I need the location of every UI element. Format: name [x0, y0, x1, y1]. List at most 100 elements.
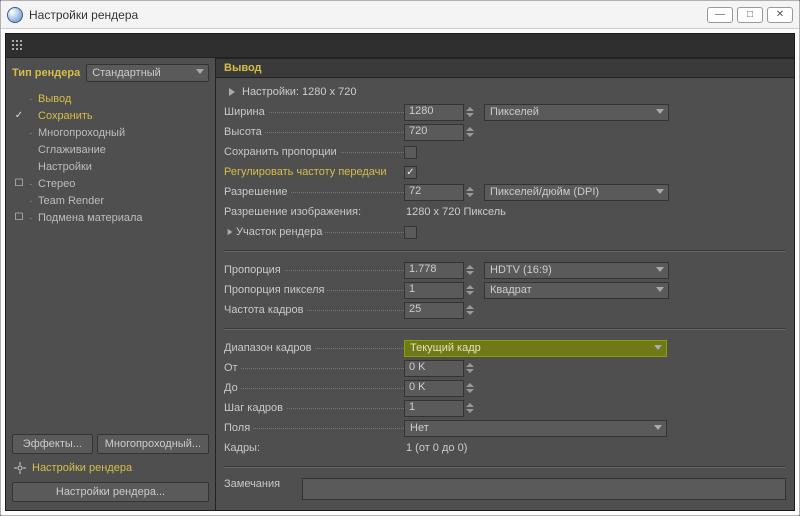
- chevron-down-icon: [656, 109, 664, 114]
- app-icon: [7, 7, 23, 23]
- lock-aspect-checkbox[interactable]: [404, 146, 417, 159]
- tree-item-save[interactable]: ✓ Сохранить: [8, 107, 213, 124]
- tree-item-multipass[interactable]: - Многопроходный: [8, 124, 213, 141]
- frame-range-row: Диапазон кадров Текущий кадр: [224, 338, 786, 358]
- frame-range-label: Диапазон кадров: [224, 342, 404, 354]
- lock-aspect-row: Сохранить пропорции: [224, 142, 786, 162]
- width-spinner[interactable]: [466, 104, 478, 120]
- renderer-row: Тип рендера Стандартный: [8, 62, 213, 88]
- tree-item-label: Вывод: [36, 93, 71, 105]
- render-settings-row[interactable]: Настройки рендера: [8, 458, 213, 478]
- frames-label: Кадры:: [224, 442, 404, 454]
- region-row: Участок рендера: [224, 222, 786, 242]
- fields-row: Поля Нет: [224, 418, 786, 438]
- to-spinner[interactable]: [466, 380, 478, 396]
- resolution-input[interactable]: 72: [404, 184, 464, 201]
- notes-input[interactable]: [302, 478, 786, 500]
- window-title: Настройки рендера: [29, 8, 138, 22]
- titlebar[interactable]: Настройки рендера — □ ✕: [1, 1, 799, 29]
- multipass-button[interactable]: Многопроходный...: [97, 434, 209, 454]
- tree-item-material-override[interactable]: ☐ - Подмена материала: [8, 209, 213, 226]
- target-icon: [14, 462, 26, 474]
- chevron-down-icon: [656, 267, 664, 272]
- region-checkbox[interactable]: [404, 226, 417, 239]
- chevron-down-icon: [654, 425, 662, 430]
- region-expander[interactable]: [224, 228, 236, 236]
- step-spinner[interactable]: [466, 400, 478, 416]
- main-panel: Вывод Настройки: 1280 x 720 Ширина 1280 …: [216, 58, 794, 510]
- maximize-button[interactable]: □: [737, 7, 763, 23]
- tree-item-stereo[interactable]: ☐ - Стерео: [8, 175, 213, 192]
- fields-label: Поля: [224, 422, 404, 434]
- tree-item-label: Стерео: [36, 178, 75, 190]
- divider: [224, 328, 786, 330]
- height-spinner[interactable]: [466, 124, 478, 140]
- settings-tree: - Вывод ✓ Сохранить - Многопроходный: [8, 88, 213, 430]
- renderer-value: Стандартный: [92, 67, 161, 79]
- tree-item-antialias[interactable]: Сглаживание: [8, 141, 213, 158]
- fps-input[interactable]: 25: [404, 302, 464, 319]
- render-settings-button[interactable]: Настройки рендера...: [12, 482, 209, 502]
- region-label: Участок рендера: [236, 226, 404, 238]
- pixel-ratio-row: Пропорция пикселя 1 Квадрат: [224, 280, 786, 300]
- frames-row: Кадры: 1 (от 0 до 0): [224, 438, 786, 458]
- sidebar: Тип рендера Стандартный - Вывод ✓: [6, 58, 216, 510]
- fields-combo[interactable]: Нет: [404, 420, 667, 437]
- fps-spinner[interactable]: [466, 302, 478, 318]
- fps-row: Частота кадров 25: [224, 300, 786, 320]
- resolution-unit-combo[interactable]: Пикселей/дюйм (DPI): [484, 184, 669, 201]
- image-res-row: Разрешение изображения: 1280 x 720 Пиксе…: [224, 202, 786, 222]
- pixel-ratio-unit-combo[interactable]: Квадрат: [484, 282, 669, 299]
- step-label: Шаг кадров: [224, 402, 404, 414]
- preset-label: Настройки: 1280 x 720: [240, 86, 357, 98]
- adjust-rate-label: Регулировать частоту передачи: [224, 166, 404, 178]
- preset-play-icon[interactable]: [224, 88, 240, 96]
- height-input[interactable]: 720: [404, 124, 464, 141]
- render-settings-label: Настройки рендера: [32, 462, 132, 474]
- content-frame: Тип рендера Стандартный - Вывод ✓: [5, 33, 795, 511]
- tree-item-label: Многопроходный: [36, 127, 125, 139]
- ratio-input[interactable]: 1.778: [404, 262, 464, 279]
- tree-item-output[interactable]: - Вывод: [8, 90, 213, 107]
- tree-item-label: Team Render: [36, 195, 104, 207]
- from-spinner[interactable]: [466, 360, 478, 376]
- pixel-ratio-input[interactable]: 1: [404, 282, 464, 299]
- image-res-value: 1280 x 720 Пиксель: [404, 206, 506, 218]
- from-input[interactable]: 0 K: [404, 360, 464, 377]
- effects-button[interactable]: Эффекты...: [12, 434, 93, 454]
- tree-item-label: Сохранить: [36, 110, 93, 122]
- to-row: До 0 K: [224, 378, 786, 398]
- render-settings-window: Настройки рендера — □ ✕ Тип рендера Стан…: [0, 0, 800, 516]
- ratio-unit-combo[interactable]: HDTV (16:9): [484, 262, 669, 279]
- close-button[interactable]: ✕: [767, 7, 793, 23]
- tree-item-teamrender[interactable]: - Team Render: [8, 192, 213, 209]
- minimize-button[interactable]: —: [707, 7, 733, 23]
- pixel-ratio-spinner[interactable]: [466, 282, 478, 298]
- ratio-row: Пропорция 1.778 HDTV (16:9): [224, 260, 786, 280]
- width-input[interactable]: 1280: [404, 104, 464, 121]
- resolution-spinner[interactable]: [466, 184, 478, 200]
- step-row: Шаг кадров 1: [224, 398, 786, 418]
- ratio-spinner[interactable]: [466, 262, 478, 278]
- to-input[interactable]: 0 K: [404, 380, 464, 397]
- renderer-combo[interactable]: Стандартный: [86, 64, 209, 82]
- step-input[interactable]: 1: [404, 400, 464, 417]
- renderer-label: Тип рендера: [12, 67, 80, 79]
- height-label: Высота: [224, 126, 404, 138]
- to-label: До: [224, 382, 404, 394]
- frame-range-combo[interactable]: Текущий кадр: [404, 340, 667, 357]
- adjust-rate-checkbox[interactable]: ✓: [404, 166, 417, 179]
- from-label: От: [224, 362, 404, 374]
- tree-item-options[interactable]: Настройки: [8, 158, 213, 175]
- lock-aspect-label: Сохранить пропорции: [224, 146, 404, 158]
- sidebar-buttons: Эффекты... Многопроходный...: [8, 430, 213, 458]
- tree-item-label: Подмена материала: [36, 212, 143, 224]
- chevron-down-icon: [656, 287, 664, 292]
- dock-icon[interactable]: [10, 38, 26, 54]
- width-label: Ширина: [224, 106, 404, 118]
- height-row: Высота 720: [224, 122, 786, 142]
- width-unit-combo[interactable]: Пикселей: [484, 104, 669, 121]
- tree-item-label: Настройки: [36, 161, 92, 173]
- divider: [224, 466, 786, 468]
- notes-row: Замечания: [216, 472, 794, 506]
